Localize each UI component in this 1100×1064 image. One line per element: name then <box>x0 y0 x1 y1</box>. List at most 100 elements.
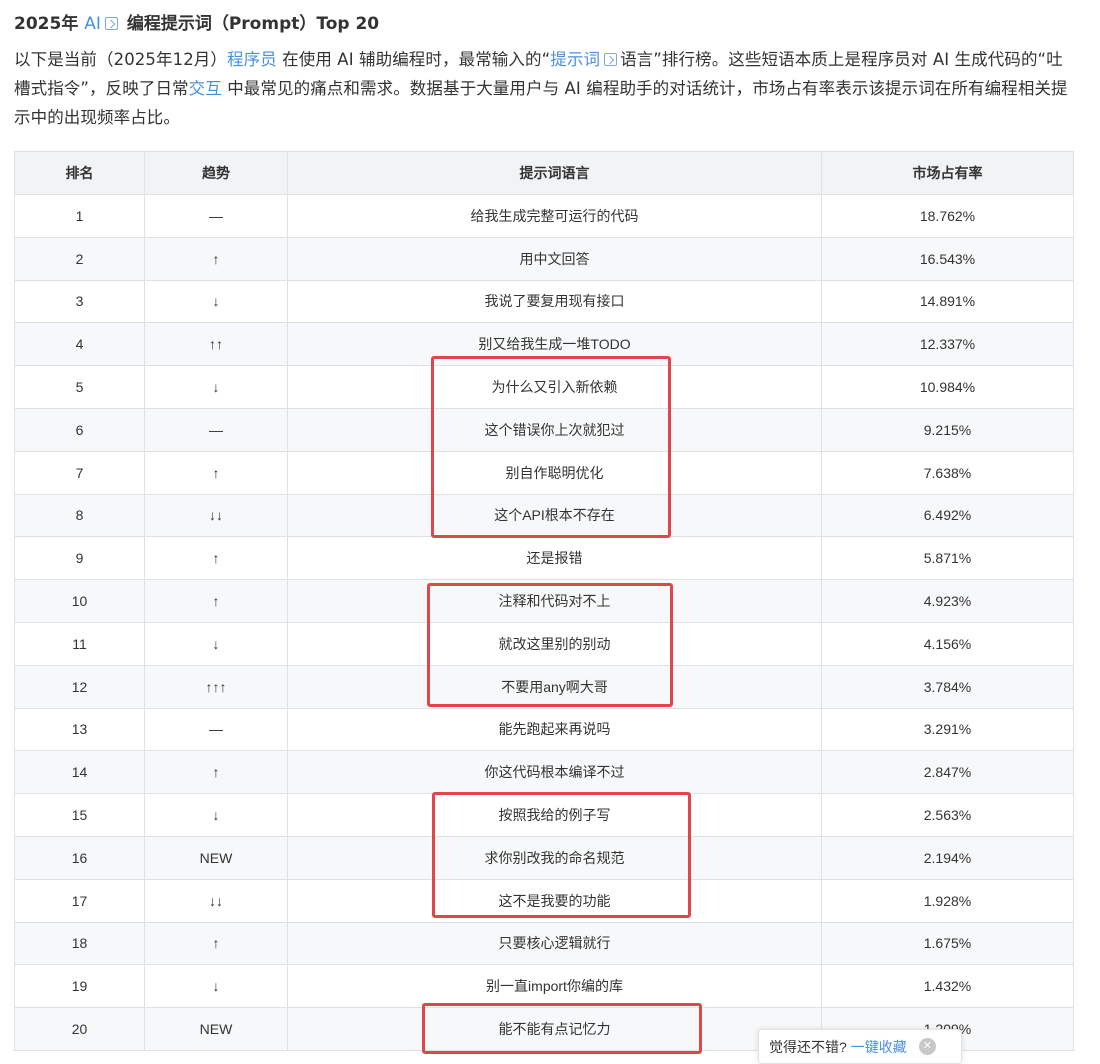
programmer-link[interactable]: 程序员 <box>227 50 277 69</box>
table-row: 18 ↑ 只要核心逻辑就行 1.675% <box>14 921 1074 966</box>
cell-rank: 6 <box>14 407 145 452</box>
cell-trend: ↑ <box>144 750 288 795</box>
cell-prompt: 这个错误你上次就犯过 <box>287 407 822 452</box>
cell-prompt: 用中文回答 <box>287 236 822 281</box>
prompt-link[interactable]: 提示词 <box>550 50 600 69</box>
header-rank: 排名 <box>14 151 145 195</box>
cell-prompt: 注释和代码对不上 <box>287 579 822 623</box>
bookmark-toast: 觉得还不错? 一键收藏 ✕ <box>758 1029 962 1064</box>
cell-trend: ↑ <box>144 579 288 623</box>
table-row: 2 ↑ 用中文回答 16.543% <box>14 236 1074 281</box>
close-icon[interactable]: ✕ <box>918 1038 936 1055</box>
table-row: 16 NEW 求你别改我的命名规范 2.194% <box>14 835 1074 880</box>
cell-share: 7.638% <box>821 450 1074 495</box>
external-link-icon <box>104 17 118 30</box>
cell-prompt: 能不能有点记忆力 <box>287 1007 822 1051</box>
table-row: 1— 给我生成完整可运行的代码 18.762% <box>14 194 1074 238</box>
title-suffix: 编程提示词（Prompt）Top 20 <box>126 14 380 34</box>
table-row: 6— 这个错误你上次就犯过 9.215% <box>14 407 1074 452</box>
cell-rank: 5 <box>14 365 145 409</box>
cell-trend: ↓↓ <box>144 493 288 538</box>
cell-prompt: 我说了要复用现有接口 <box>287 279 822 324</box>
cell-trend: — <box>144 194 288 238</box>
cell-prompt: 不要用any啊大哥 <box>287 664 822 709</box>
cell-trend: ↓ <box>144 621 288 666</box>
ai-link[interactable]: AI <box>84 14 101 34</box>
cell-share: 2.847% <box>821 750 1074 795</box>
cell-rank: 15 <box>14 793 145 837</box>
cell-trend: ↑↑↑ <box>144 664 288 709</box>
table-row: 7 ↑ 别自作聪明优化 7.638% <box>14 450 1074 495</box>
table-row: 17 ↓↓ 这不是我要的功能 1.928% <box>14 878 1074 923</box>
cell-rank: 4 <box>14 322 145 367</box>
cell-trend: ↑ <box>144 236 288 281</box>
cell-prompt: 只要核心逻辑就行 <box>287 921 822 966</box>
table-row: 11 ↓ 就改这里别的别动 4.156% <box>14 621 1074 666</box>
cell-trend: ↓ <box>144 365 288 409</box>
cell-rank: 16 <box>14 835 145 880</box>
cell-prompt: 按照我给的例子写 <box>287 793 822 837</box>
cell-prompt: 你这代码根本编译不过 <box>287 750 822 795</box>
table-body: 1— 给我生成完整可运行的代码 18.762% 2 ↑ 用中文回答 16.543% 3 ↓ 我说了… <box>14 194 1074 1051</box>
cell-share: 16.543% <box>821 236 1074 281</box>
cell-prompt: 求你别改我的命名规范 <box>287 835 822 880</box>
external-link-icon <box>604 53 618 66</box>
ranking-table: 排名 趋势 提示词语言 市场占有率 1— 给我生成完整可运行的代码 18.762% 2… <box>14 151 1074 1051</box>
cell-share: 2.194% <box>821 835 1074 880</box>
table-row: 8 ↓↓ 这个API根本不存在 6.492% <box>14 493 1074 538</box>
cell-rank: 1 <box>14 194 145 238</box>
title-prefix: 2025年 <box>14 14 79 34</box>
cell-prompt: 为什么又引入新依赖 <box>287 365 822 409</box>
bookmark-link[interactable]: 一键收藏 <box>851 1037 907 1057</box>
cell-prompt: 这不是我要的功能 <box>287 878 822 923</box>
cell-trend: ↓ <box>144 793 288 837</box>
cell-share: 3.291% <box>821 707 1074 752</box>
cell-trend: ↑↑ <box>144 322 288 367</box>
table-row: 5 ↓ 为什么又引入新依赖 10.984% <box>14 365 1074 409</box>
cell-rank: 12 <box>14 664 145 709</box>
cell-trend: ↑ <box>144 921 288 966</box>
cell-prompt: 给我生成完整可运行的代码 <box>287 194 822 238</box>
table-header-row: 排名 趋势 提示词语言 市场占有率 <box>14 151 1074 195</box>
cell-prompt: 就改这里别的别动 <box>287 621 822 666</box>
header-trend: 趋势 <box>144 151 288 195</box>
cell-rank: 2 <box>14 236 145 281</box>
cell-rank: 3 <box>14 279 145 324</box>
cell-prompt: 能先跑起来再说吗 <box>287 707 822 752</box>
cell-trend: — <box>144 707 288 752</box>
table-row: 19 ↓ 别一直import你编的库 1.432% <box>14 964 1074 1009</box>
table-row: 3 ↓ 我说了要复用现有接口 14.891% <box>14 279 1074 324</box>
table-row: 9 ↑ 还是报错 5.871% <box>14 536 1074 581</box>
toast-text: 觉得还不错? <box>769 1038 847 1055</box>
cell-share: 18.762% <box>821 194 1074 238</box>
cell-share: 10.984% <box>821 365 1074 409</box>
cell-trend: ↑ <box>144 450 288 495</box>
cell-trend: NEW <box>144 835 288 880</box>
table-row: 15 ↓ 按照我给的例子写 2.563% <box>14 793 1074 837</box>
cell-rank: 7 <box>14 450 145 495</box>
cell-rank: 10 <box>14 579 145 623</box>
cell-rank: 9 <box>14 536 145 581</box>
cell-rank: 8 <box>14 493 145 538</box>
cell-prompt: 还是报错 <box>287 536 822 581</box>
cell-share: 1.432% <box>821 964 1074 1009</box>
cell-trend: ↑ <box>144 536 288 581</box>
cell-prompt: 别自作聪明优化 <box>287 450 822 495</box>
cell-share: 3.784% <box>821 664 1074 709</box>
table-row: 13— 能先跑起来再说吗 3.291% <box>14 707 1074 752</box>
header-share: 市场占有率 <box>821 151 1074 195</box>
cell-share: 12.337% <box>821 322 1074 367</box>
cell-prompt: 别一直import你编的库 <box>287 964 822 1009</box>
table-row: 10 ↑ 注释和代码对不上 4.923% <box>14 579 1074 623</box>
cell-share: 4.923% <box>821 579 1074 623</box>
cell-trend: ↓ <box>144 279 288 324</box>
intro-text: 在使用 AI 辅助编程时，最常输入的“ <box>276 50 551 69</box>
cell-prompt: 这个API根本不存在 <box>287 493 822 538</box>
cell-share: 5.871% <box>821 536 1074 581</box>
table-row: 12 ↑↑↑ 不要用any啊大哥 3.784% <box>14 664 1074 709</box>
cell-rank: 11 <box>14 621 145 666</box>
header-prompt: 提示词语言 <box>287 151 822 195</box>
cell-trend: NEW <box>144 1007 288 1051</box>
interaction-link[interactable]: 交互 <box>189 79 222 98</box>
intro-paragraph: 以下是当前（2025年12月）程序员 在使用 AI 辅助编程时，最常输入的“提示… <box>14 45 1074 132</box>
